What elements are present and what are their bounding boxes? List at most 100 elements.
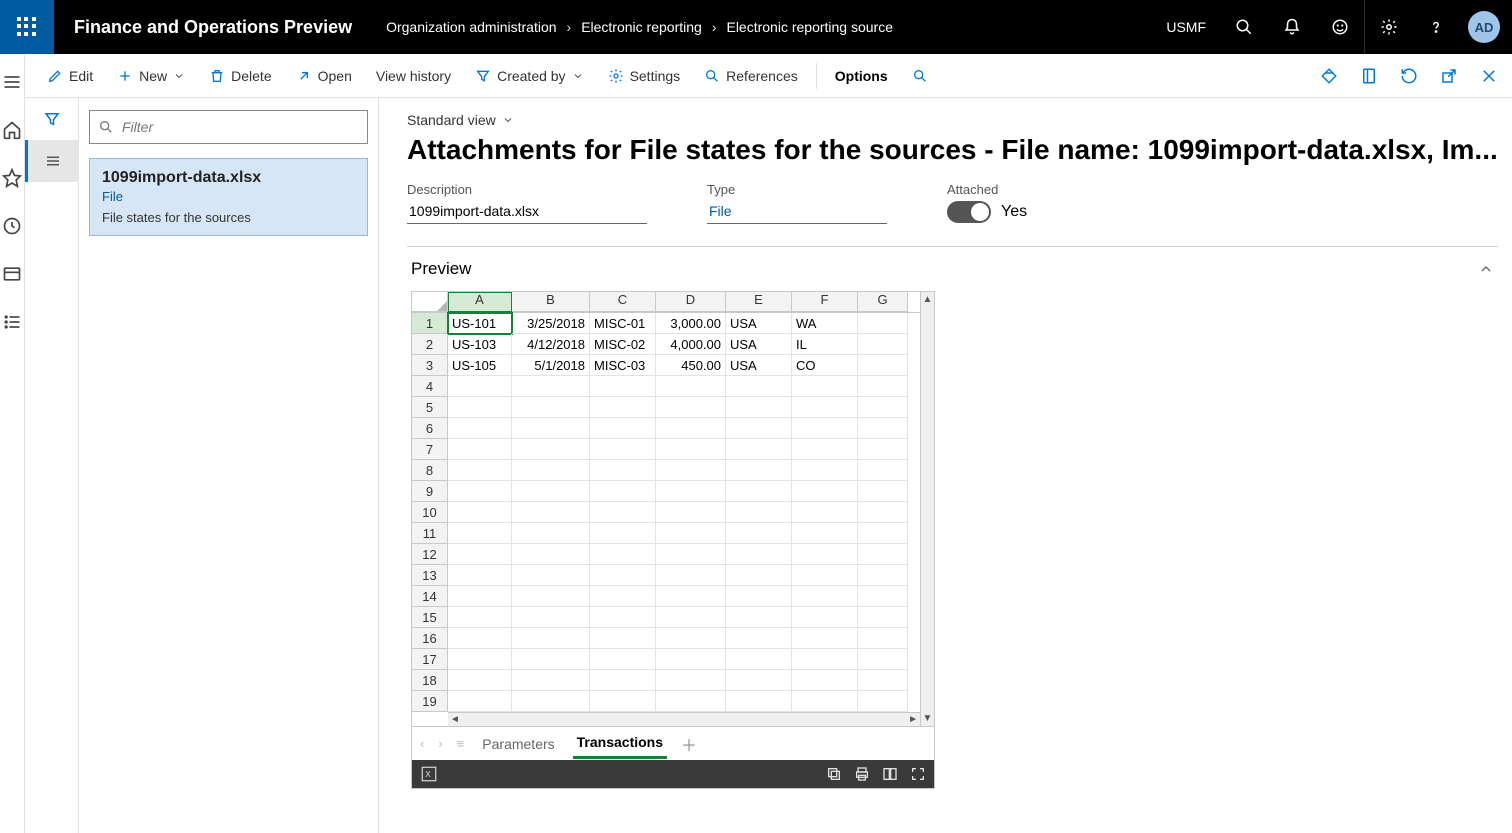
cell[interactable] bbox=[656, 439, 726, 460]
cell[interactable] bbox=[726, 565, 792, 586]
column-header[interactable]: C bbox=[590, 292, 656, 312]
cell[interactable] bbox=[726, 376, 792, 397]
cell[interactable] bbox=[448, 586, 512, 607]
cell[interactable] bbox=[792, 460, 858, 481]
scroll-up-icon[interactable]: ▲ bbox=[923, 294, 933, 305]
cell[interactable]: IL bbox=[792, 334, 858, 355]
cell[interactable] bbox=[590, 649, 656, 670]
cell[interactable] bbox=[512, 418, 590, 439]
row-header[interactable]: 5 bbox=[412, 397, 448, 418]
sheet-list-button[interactable]: ≡ bbox=[457, 736, 465, 751]
cell[interactable] bbox=[448, 481, 512, 502]
cell[interactable] bbox=[858, 439, 908, 460]
cell[interactable] bbox=[858, 313, 908, 334]
home-nav[interactable] bbox=[0, 118, 24, 142]
delete-button[interactable]: Delete bbox=[199, 62, 281, 90]
tab-transactions[interactable]: Transactions bbox=[573, 728, 667, 759]
horizontal-scrollbar[interactable]: ◄ ► bbox=[448, 712, 920, 726]
cell[interactable] bbox=[858, 565, 908, 586]
cell[interactable] bbox=[656, 418, 726, 439]
list-pane-button[interactable] bbox=[25, 140, 79, 182]
cell[interactable] bbox=[726, 670, 792, 691]
cell[interactable] bbox=[858, 376, 908, 397]
cell[interactable] bbox=[792, 586, 858, 607]
cell[interactable] bbox=[590, 481, 656, 502]
cell[interactable] bbox=[726, 586, 792, 607]
row-header[interactable]: 8 bbox=[412, 460, 448, 481]
cell[interactable] bbox=[858, 691, 908, 712]
cell[interactable]: CO bbox=[792, 355, 858, 376]
settings-action-button[interactable]: Settings bbox=[598, 62, 691, 90]
cell[interactable] bbox=[858, 523, 908, 544]
cell[interactable] bbox=[448, 439, 512, 460]
cell[interactable] bbox=[792, 670, 858, 691]
cell[interactable] bbox=[590, 502, 656, 523]
cell[interactable] bbox=[858, 586, 908, 607]
edit-button[interactable]: Edit bbox=[37, 62, 103, 90]
breadcrumb-item[interactable]: Electronic reporting source bbox=[720, 19, 899, 35]
cell[interactable] bbox=[726, 418, 792, 439]
cell[interactable] bbox=[858, 607, 908, 628]
cell[interactable] bbox=[656, 586, 726, 607]
cell[interactable]: US-101 bbox=[448, 313, 512, 334]
cell[interactable] bbox=[590, 544, 656, 565]
cell[interactable] bbox=[656, 691, 726, 712]
cell[interactable] bbox=[726, 523, 792, 544]
scroll-right-icon[interactable]: ► bbox=[908, 714, 918, 725]
cell[interactable] bbox=[858, 355, 908, 376]
refresh-button[interactable] bbox=[1394, 61, 1424, 91]
type-input[interactable] bbox=[707, 197, 887, 224]
close-button[interactable] bbox=[1474, 61, 1504, 91]
feedback-button[interactable] bbox=[1316, 0, 1364, 54]
row-header[interactable]: 18 bbox=[412, 670, 448, 691]
cell[interactable] bbox=[512, 628, 590, 649]
sheet-next-button[interactable]: › bbox=[438, 736, 442, 751]
workspaces-nav[interactable] bbox=[0, 262, 24, 286]
row-header[interactable]: 9 bbox=[412, 481, 448, 502]
row-header[interactable]: 7 bbox=[412, 439, 448, 460]
attach-button[interactable] bbox=[1314, 61, 1344, 91]
cell[interactable] bbox=[792, 565, 858, 586]
cell[interactable] bbox=[590, 586, 656, 607]
row-header[interactable]: 16 bbox=[412, 628, 448, 649]
cell[interactable]: 5/1/2018 bbox=[512, 355, 590, 376]
legal-entity[interactable]: USMF bbox=[1152, 19, 1220, 35]
cell[interactable]: USA bbox=[726, 313, 792, 334]
cell[interactable]: 450.00 bbox=[656, 355, 726, 376]
cell[interactable] bbox=[858, 544, 908, 565]
cell[interactable] bbox=[512, 460, 590, 481]
cell[interactable] bbox=[448, 670, 512, 691]
row-header[interactable]: 12 bbox=[412, 544, 448, 565]
cell[interactable] bbox=[512, 523, 590, 544]
row-header[interactable]: 13 bbox=[412, 565, 448, 586]
cell[interactable]: USA bbox=[726, 334, 792, 355]
notifications-button[interactable] bbox=[1268, 0, 1316, 54]
help-button[interactable] bbox=[1412, 0, 1460, 54]
cell[interactable] bbox=[448, 691, 512, 712]
cell[interactable] bbox=[448, 418, 512, 439]
cell[interactable] bbox=[512, 691, 590, 712]
row-header[interactable]: 19 bbox=[412, 691, 448, 712]
tab-parameters[interactable]: Parameters bbox=[478, 730, 558, 758]
row-header[interactable]: 14 bbox=[412, 586, 448, 607]
app-launcher-button[interactable] bbox=[0, 0, 54, 54]
cell[interactable] bbox=[858, 670, 908, 691]
cell[interactable]: 4/12/2018 bbox=[512, 334, 590, 355]
cell[interactable] bbox=[726, 649, 792, 670]
column-header[interactable]: D bbox=[656, 292, 726, 312]
settings-button[interactable] bbox=[1364, 0, 1412, 54]
cell[interactable] bbox=[448, 607, 512, 628]
cell[interactable] bbox=[512, 502, 590, 523]
cell[interactable] bbox=[858, 649, 908, 670]
cell[interactable] bbox=[792, 481, 858, 502]
cell[interactable] bbox=[656, 649, 726, 670]
column-header[interactable]: B bbox=[512, 292, 590, 312]
cell[interactable] bbox=[656, 628, 726, 649]
scroll-left-icon[interactable]: ◄ bbox=[450, 714, 460, 725]
nav-menu-button[interactable] bbox=[0, 70, 24, 94]
cell[interactable]: 3,000.00 bbox=[656, 313, 726, 334]
view-history-button[interactable]: View history bbox=[366, 62, 461, 90]
cell[interactable] bbox=[448, 397, 512, 418]
modules-nav[interactable] bbox=[0, 310, 24, 334]
cell[interactable] bbox=[448, 460, 512, 481]
